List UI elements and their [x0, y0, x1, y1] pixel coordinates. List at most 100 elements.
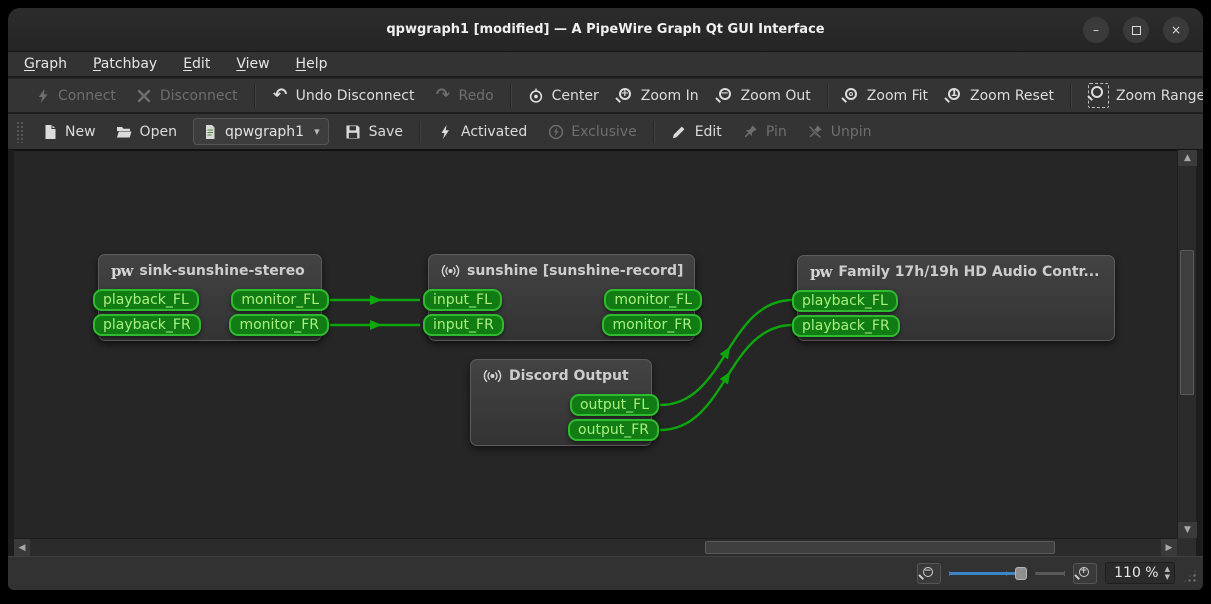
vertical-scrollbar-thumb[interactable] [1180, 250, 1194, 395]
port[interactable]: playback_FL [792, 290, 898, 312]
zoom-slider-handle[interactable] [1015, 566, 1028, 580]
port[interactable]: input_FR [423, 314, 504, 336]
statusbar: − + 110 % ▲ ▼ [8, 556, 1203, 590]
pin-icon [742, 123, 759, 140]
patchbay-toolbar: New Open qpwgraph1 ▾ Save Activated Excl… [8, 114, 1203, 150]
zoom-percent-spinbox[interactable]: 110 % ▲ ▼ [1105, 562, 1175, 584]
toolbar-separator [418, 120, 421, 143]
graph-node[interactable]: sunshine [sunshine-record] input_FL input_… [423, 254, 702, 341]
maximize-button[interactable] [1123, 17, 1149, 43]
menu-help[interactable]: Help [296, 56, 328, 72]
scroll-left-button[interactable]: ◀ [14, 539, 30, 557]
scroll-right-button[interactable]: ▶ [1161, 539, 1177, 557]
node-title: pw Family 17h/19h HD Audio Contr... [798, 256, 1114, 288]
edit-button[interactable]: Edit [661, 118, 732, 145]
save-icon [345, 123, 362, 140]
vertical-scrollbar[interactable]: ▲ ▼ [1177, 150, 1197, 538]
toolbar-separator [652, 120, 655, 143]
patchbay-file-name: qpwgraph1 [224, 123, 305, 140]
toolbar-separator [509, 84, 512, 107]
menubar: Graph Patchbay Edit View Help [8, 52, 1203, 77]
graph-node[interactable]: pw Family 17h/19h HD Audio Contr... playba… [792, 255, 1115, 341]
zoom-slider[interactable] [949, 563, 1066, 584]
center-button[interactable]: Center [518, 82, 609, 109]
port[interactable]: playback_FR [93, 314, 201, 336]
close-button[interactable]: × [1163, 17, 1189, 43]
connection-arrow [370, 320, 382, 330]
unpin-icon [807, 123, 824, 140]
port[interactable]: monitor_FR [229, 314, 329, 336]
pipewire-icon: pw [810, 262, 832, 281]
node-title: pw sink-sunshine-stereo [99, 255, 321, 287]
zoom-controls: − + 110 % ▲ ▼ [917, 562, 1175, 584]
pencil-icon [671, 123, 688, 140]
zoom-in-icon: + [618, 87, 631, 100]
port[interactable]: output_FR [568, 419, 659, 441]
exclusive-button[interactable]: Exclusive [537, 118, 646, 145]
scroll-up-button[interactable]: ▲ [1178, 150, 1197, 166]
port[interactable]: playback_FL [93, 289, 199, 311]
zoom-reset-icon: 1 [948, 88, 961, 100]
graph-node[interactable]: Discord Output output_FL output_FR [470, 359, 659, 446]
patchbay-file-icon [202, 123, 219, 140]
menu-patchbay[interactable]: Patchbay [93, 56, 157, 72]
redo-button[interactable]: ↷ Redo [424, 82, 503, 109]
disconnect-icon [136, 87, 153, 104]
save-button[interactable]: Save [335, 118, 413, 145]
titlebar[interactable]: qpwgraph1 [modified] — A PipeWire Graph … [8, 8, 1203, 52]
menu-graph[interactable]: Graph [24, 56, 67, 72]
statusbar-zoom-out-button[interactable]: − [917, 562, 942, 584]
activated-button[interactable]: Activated [427, 118, 537, 145]
zoom-out-icon: − [718, 87, 731, 100]
center-icon [528, 87, 545, 104]
zoom-fit-button[interactable]: Zoom Fit [835, 83, 938, 109]
toolbar-drag-handle[interactable] [16, 120, 23, 143]
port[interactable]: monitor_FL [604, 289, 702, 311]
menu-view[interactable]: View [236, 56, 269, 72]
spinbox-arrows[interactable]: ▲ ▼ [1165, 565, 1170, 581]
new-button[interactable]: New [31, 118, 106, 145]
window-controls: – × [1083, 17, 1189, 43]
menu-edit[interactable]: Edit [183, 56, 210, 72]
port[interactable]: monitor_FR [602, 314, 702, 336]
minimize-button[interactable]: – [1083, 17, 1109, 43]
pin-button[interactable]: Pin [732, 118, 797, 145]
stream-icon [441, 263, 460, 279]
port[interactable]: input_FL [423, 289, 502, 311]
scrollbar-corner [1177, 538, 1196, 556]
window-resize-grip[interactable] [1183, 569, 1197, 583]
zoom-percent-value: 110 % [1114, 565, 1159, 581]
unpin-button[interactable]: Unpin [797, 118, 882, 145]
pipewire-icon: pw [111, 261, 133, 280]
connection-arrow [370, 295, 382, 305]
open-folder-icon [116, 123, 133, 140]
open-button[interactable]: Open [106, 118, 187, 145]
patchbay-file-combobox[interactable]: qpwgraph1 ▾ [192, 118, 329, 145]
horizontal-scrollbar-thumb[interactable] [705, 541, 1055, 554]
zoom-reset-button[interactable]: 1 Zoom Reset [938, 83, 1064, 109]
node-title-text: sink-sunshine-stereo [139, 263, 305, 279]
desktop: qpwgraph1 [modified] — A PipeWire Graph … [0, 0, 1211, 604]
port[interactable]: output_FL [569, 394, 659, 416]
statusbar-zoom-in-button[interactable]: + [1073, 562, 1098, 584]
graph-toolbar: Connect Disconnect ↶ Undo Disconnect ↷ R… [8, 78, 1203, 113]
connection-arrow [719, 346, 731, 360]
port[interactable]: monitor_FL [231, 289, 329, 311]
zoom-range-button[interactable]: Zoom Range [1078, 78, 1203, 113]
zoom-in-icon: + [1078, 565, 1089, 577]
stream-icon [483, 368, 502, 384]
node-title: sunshine [sunshine-record] [429, 255, 694, 287]
zoom-in-button[interactable]: + Zoom In [609, 83, 709, 109]
undo-disconnect-button[interactable]: ↶ Undo Disconnect [262, 82, 425, 109]
zoom-slider-track-filled [949, 571, 1022, 575]
port[interactable]: playback_FR [792, 315, 900, 337]
zoom-out-button[interactable]: − Zoom Out [709, 83, 821, 109]
graph-node[interactable]: pw sink-sunshine-stereo playback_FLplaybac… [93, 254, 329, 341]
horizontal-scrollbar[interactable]: ◀ ▶ [14, 538, 1177, 557]
graph-canvas[interactable]: pw sink-sunshine-stereo playback_FL playbac… [14, 150, 1177, 538]
connect-button[interactable]: Connect [24, 82, 126, 109]
scroll-down-button[interactable]: ▼ [1178, 522, 1197, 538]
zoom-out-icon: − [922, 565, 933, 577]
disconnect-button[interactable]: Disconnect [126, 82, 248, 109]
qpwgraph-window: qpwgraph1 [modified] — A PipeWire Graph … [8, 8, 1203, 590]
